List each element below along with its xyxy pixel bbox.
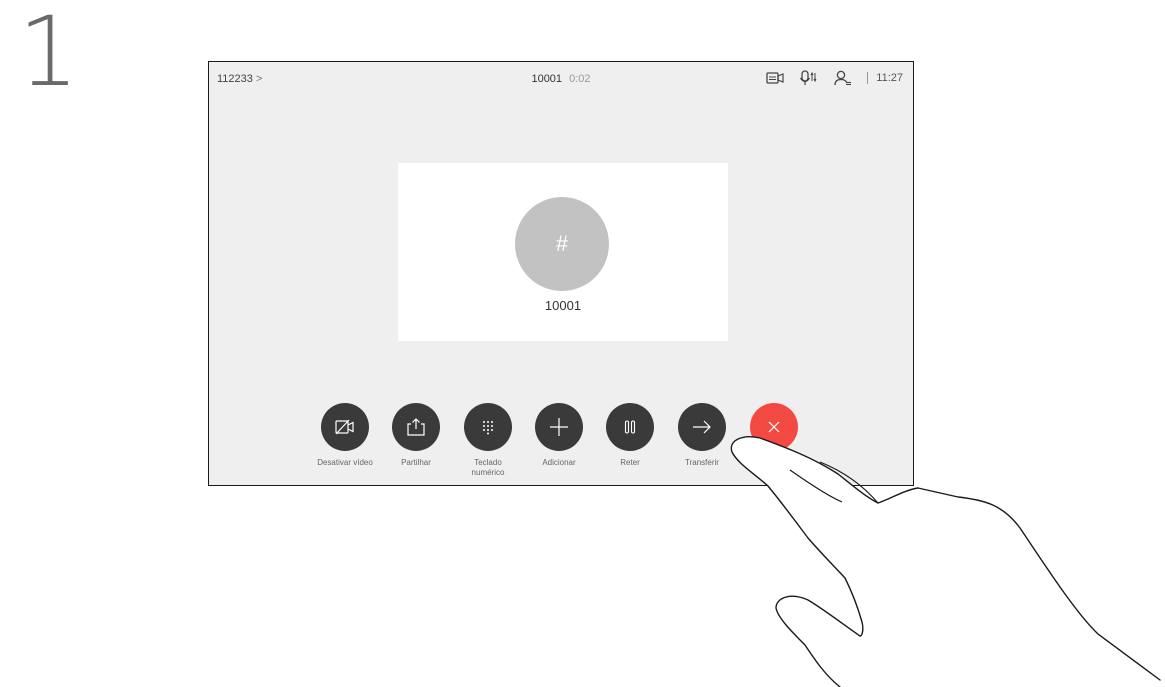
touch-panel-screen: 112233 > 10001 0:02 11:27 # 10001 Desati… xyxy=(208,61,914,486)
add-label: Adicionar xyxy=(542,458,576,467)
hold-button[interactable] xyxy=(606,403,654,451)
video-off-button[interactable] xyxy=(321,403,369,451)
share-button[interactable] xyxy=(392,403,440,451)
add-control: Adicionar xyxy=(524,403,594,468)
close-icon xyxy=(768,421,780,433)
plus-icon xyxy=(550,418,568,436)
transfer-control: Transferir xyxy=(667,403,737,468)
video-off-label: Desativar vídeo xyxy=(317,458,373,467)
video-off-icon xyxy=(335,419,354,435)
share-control: Partilhar xyxy=(381,403,451,468)
end-call-button[interactable] xyxy=(750,403,798,451)
pause-icon xyxy=(624,420,636,434)
keypad-icon xyxy=(483,421,493,435)
end-call-control xyxy=(739,403,809,458)
step-number: 1 xyxy=(18,0,80,108)
hold-control: Reter xyxy=(595,403,665,468)
share-icon xyxy=(407,418,425,436)
keypad-control: Teclado numérico xyxy=(453,403,523,478)
video-off-control: Desativar vídeo xyxy=(310,403,380,468)
call-controls: Desativar vídeo Partilhar Teclado numéri… xyxy=(209,62,913,485)
keypad-button[interactable] xyxy=(464,403,512,451)
share-label: Partilhar xyxy=(401,458,431,467)
keypad-label: Teclado numérico xyxy=(471,458,505,477)
add-button[interactable] xyxy=(535,403,583,451)
hold-label: Reter xyxy=(620,458,640,467)
transfer-label: Transferir xyxy=(685,458,719,467)
transfer-button[interactable] xyxy=(678,403,726,451)
arrow-right-icon xyxy=(693,420,711,434)
